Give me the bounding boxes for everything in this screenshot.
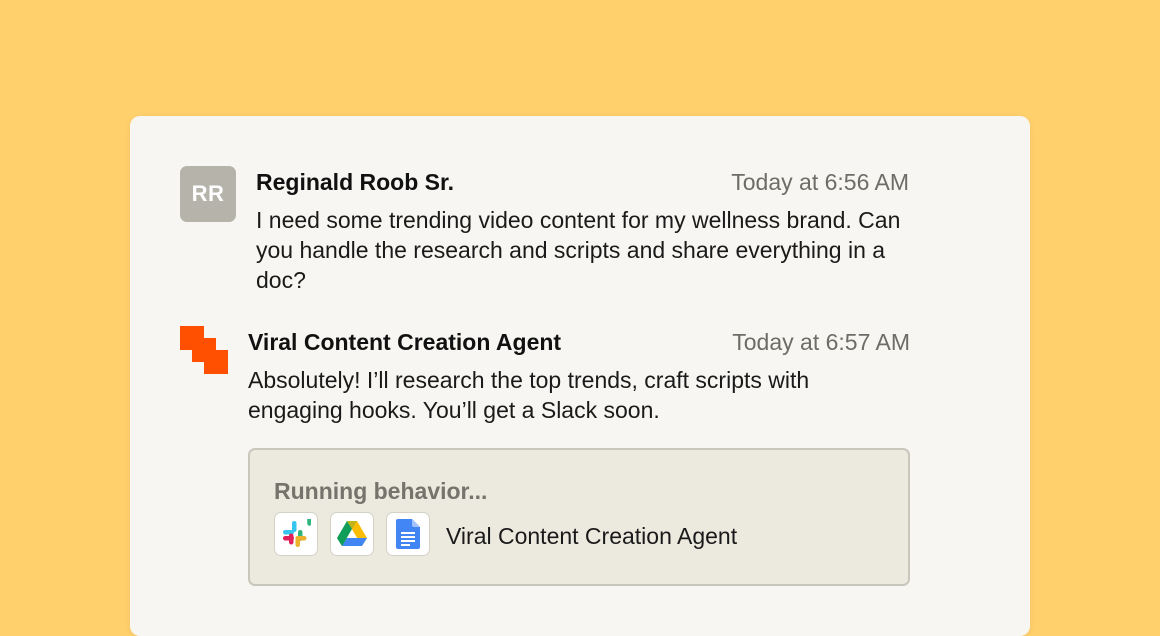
user-avatar[interactable]: RR bbox=[180, 166, 236, 222]
slack-icon bbox=[274, 512, 318, 556]
chat-card: RR Reginald Roob Sr. Today at 6:56 AM I … bbox=[130, 116, 1030, 636]
agent-logo-icon bbox=[180, 326, 228, 374]
running-behavior-panel[interactable]: Running behavior... Viral Content Creati… bbox=[248, 448, 910, 586]
message-timestamp: Today at 6:56 AM bbox=[731, 169, 909, 195]
google-docs-icon bbox=[386, 512, 430, 556]
message-text: Absolutely! I’ll research the top trends… bbox=[248, 367, 810, 423]
message-author[interactable]: Viral Content Creation Agent bbox=[248, 329, 561, 356]
google-drive-icon bbox=[330, 512, 374, 556]
behavior-status: Running behavior... bbox=[274, 478, 488, 504]
message-text: I need some trending video content for m… bbox=[256, 207, 901, 293]
message-timestamp: Today at 6:57 AM bbox=[732, 329, 910, 355]
avatar-initials: RR bbox=[191, 181, 225, 206]
behavior-agent-name[interactable]: Viral Content Creation Agent bbox=[446, 523, 737, 550]
message-author[interactable]: Reginald Roob Sr. bbox=[256, 169, 454, 196]
